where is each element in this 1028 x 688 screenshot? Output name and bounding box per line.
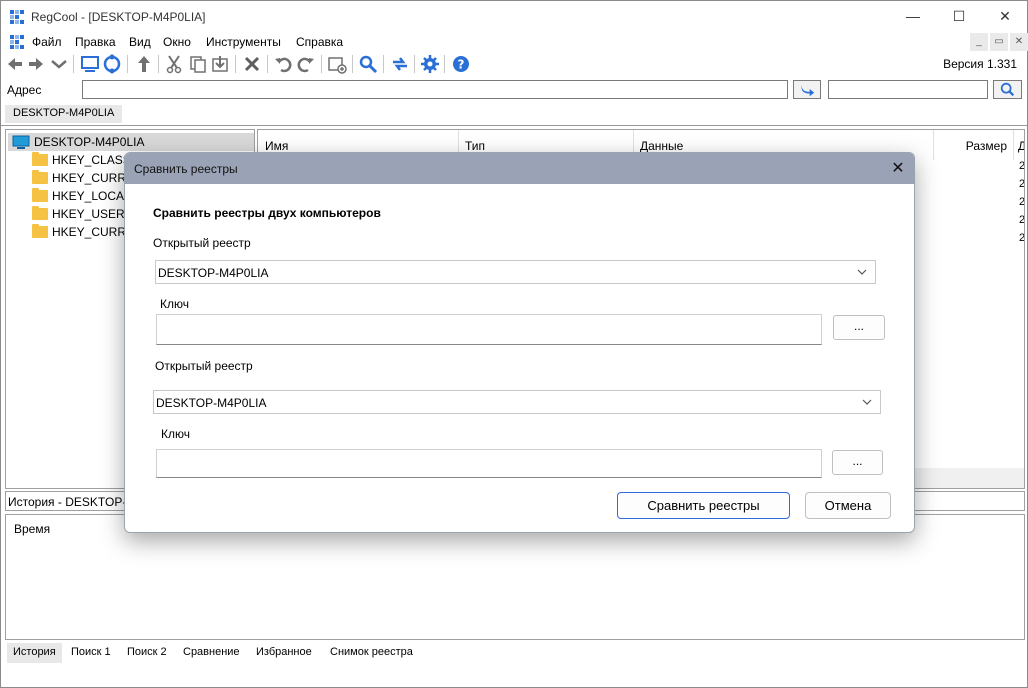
window-title: RegCool - [DESKTOP-M4P0LIA]: [31, 10, 206, 24]
chevron-down-icon: [857, 269, 867, 275]
new-key-icon[interactable]: [327, 54, 347, 74]
folder-icon: [32, 152, 48, 166]
redo-icon[interactable]: [296, 54, 316, 74]
document-tab[interactable]: DESKTOP-M4P0LIA: [5, 105, 123, 123]
second-registry-value: DESKTOP-M4P0LIA: [156, 396, 267, 410]
title-bar: RegCool - [DESKTOP-M4P0LIA] — ☐ ✕: [1, 1, 1027, 32]
dialog-title-bar: Сравнить реестры ✕: [125, 153, 914, 184]
chevron-down-icon: [862, 399, 872, 405]
first-key-input[interactable]: [156, 314, 822, 345]
mdi-app-icon: [10, 35, 24, 49]
mdi-close-button[interactable]: ✕: [1010, 33, 1028, 51]
tree-item-label: HKEY_USERS: [52, 207, 133, 221]
copy-icon[interactable]: [188, 54, 208, 74]
second-key-input[interactable]: [156, 449, 822, 478]
column-header-size[interactable]: Размер: [934, 130, 1014, 160]
settings-icon[interactable]: [420, 54, 440, 74]
tab-history[interactable]: История: [7, 643, 62, 663]
go-arrow-icon: [801, 84, 815, 97]
search-input[interactable]: [828, 80, 988, 99]
address-input[interactable]: [82, 80, 788, 99]
compare-icon[interactable]: [390, 54, 410, 74]
undo-icon[interactable]: [273, 54, 293, 74]
menu-view[interactable]: Вид: [129, 35, 151, 49]
up-icon[interactable]: [134, 54, 154, 74]
tab-compare[interactable]: Сравнение: [177, 643, 246, 663]
computer-icon[interactable]: [80, 54, 100, 74]
menu-window[interactable]: Окно: [163, 35, 191, 49]
tab-search-1[interactable]: Поиск 1: [65, 643, 117, 663]
computer-icon: [12, 135, 30, 149]
first-registry-value: DESKTOP-M4P0LIA: [158, 266, 269, 280]
first-key-browse-button[interactable]: ...: [833, 315, 885, 340]
menu-file[interactable]: Файл: [32, 35, 62, 49]
minimize-button[interactable]: —: [890, 1, 936, 32]
folder-icon: [32, 224, 48, 238]
dropdown-icon[interactable]: [49, 54, 69, 74]
menu-edit[interactable]: Правка: [75, 35, 116, 49]
compare-button[interactable]: Сравнить реестры: [617, 492, 790, 519]
forward-icon[interactable]: [26, 54, 46, 74]
toolbar: ? Версия 1.331: [1, 52, 1027, 76]
mdi-minimize-button[interactable]: _: [970, 33, 988, 51]
search-button-icon: [1000, 82, 1015, 97]
history-column-time: Время: [14, 522, 51, 536]
mdi-restore-button[interactable]: ▭: [990, 33, 1008, 51]
menu-help[interactable]: Справка: [296, 35, 343, 49]
close-button[interactable]: ✕: [982, 1, 1028, 32]
list-cell: 2: [1019, 160, 1025, 172]
tree-root-computer[interactable]: DESKTOP-M4P0LIA: [8, 133, 254, 151]
compare-registries-dialog: Сравнить реестры ✕ Сравнить реестры двух…: [124, 152, 915, 533]
folder-icon: [32, 206, 48, 220]
tab-search-2[interactable]: Поиск 2: [121, 643, 173, 663]
refresh-network-icon[interactable]: [102, 54, 122, 74]
second-registry-select[interactable]: DESKTOP-M4P0LIA: [153, 390, 881, 414]
search-icon[interactable]: [358, 54, 378, 74]
cut-icon[interactable]: [164, 54, 184, 74]
list-cell: 2: [1019, 214, 1025, 226]
tab-favorites[interactable]: Избранное: [250, 643, 318, 663]
search-button[interactable]: [993, 80, 1022, 99]
list-cell: 2: [1019, 178, 1025, 190]
menu-bar: Файл Правка Вид Окно Инструменты Справка…: [1, 32, 1028, 52]
tree-root-label: DESKTOP-M4P0LIA: [34, 135, 145, 149]
first-registry-select[interactable]: DESKTOP-M4P0LIA: [155, 260, 876, 284]
svg-text:?: ?: [458, 58, 465, 72]
back-icon[interactable]: [5, 54, 25, 74]
go-button[interactable]: [793, 80, 821, 99]
regcool-app-icon: [10, 10, 24, 24]
dialog-title: Сравнить реестры: [134, 162, 238, 176]
bottom-tabs: История Поиск 1 Поиск 2 Сравнение Избран…: [5, 643, 1025, 665]
help-icon[interactable]: ?: [451, 54, 471, 74]
cancel-button[interactable]: Отмена: [805, 492, 891, 519]
menu-tools[interactable]: Инструменты: [206, 35, 281, 49]
delete-icon[interactable]: [242, 54, 262, 74]
version-label: Версия 1.331: [943, 57, 1017, 71]
export-icon[interactable]: [210, 54, 230, 74]
second-key-label: Ключ: [161, 427, 190, 441]
column-header-date[interactable]: Д: [1014, 130, 1024, 160]
tab-snapshot[interactable]: Снимок реестра: [324, 643, 419, 663]
first-key-label: Ключ: [160, 297, 189, 311]
second-registry-label: Открытый реестр: [155, 359, 253, 373]
folder-icon: [32, 170, 48, 184]
list-cell: 2: [1019, 232, 1025, 244]
maximize-button[interactable]: ☐: [936, 1, 982, 32]
second-key-browse-button[interactable]: ...: [832, 450, 883, 475]
dialog-heading: Сравнить реестры двух компьютеров: [153, 206, 381, 220]
dialog-close-button[interactable]: ✕: [882, 153, 914, 184]
tab-divider: [1, 125, 1027, 126]
first-registry-label: Открытый реестр: [153, 236, 251, 250]
list-cell: 2: [1019, 196, 1025, 208]
address-label: Адрес: [7, 83, 42, 97]
folder-icon: [32, 188, 48, 202]
